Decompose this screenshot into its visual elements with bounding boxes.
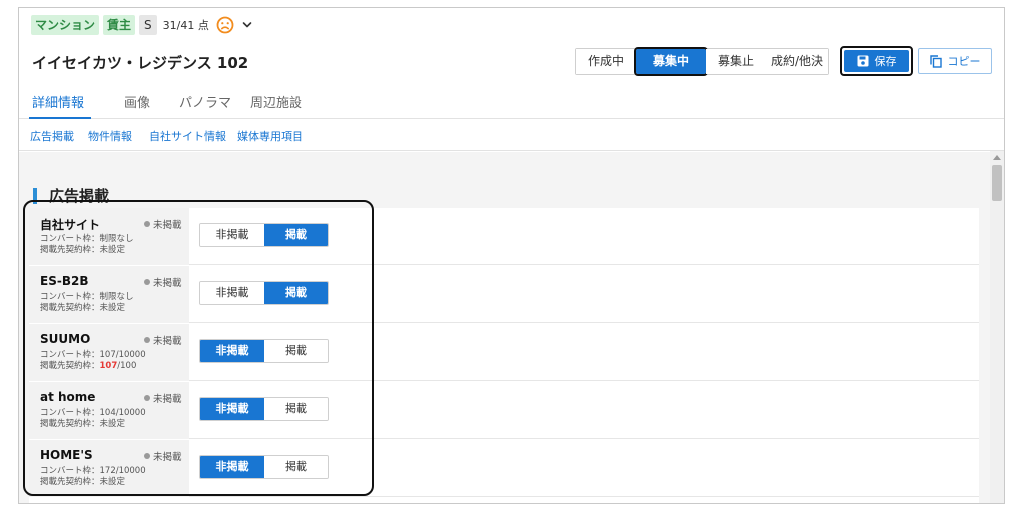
floppy-disk-icon xyxy=(857,55,868,67)
media-label-cell: ES-B2B 未掲載 コンバート枠：制限なし 掲載先契約枠：未設定 xyxy=(29,266,189,323)
subnav-own-site-info[interactable]: 自社サイト情報 xyxy=(149,128,226,144)
contract-quota: 掲載先契約枠：未設定 xyxy=(40,301,125,313)
vertical-scrollbar[interactable] xyxy=(990,151,1004,503)
tab-nearby[interactable]: 周辺施設 xyxy=(250,92,302,111)
media-name: 自社サイト xyxy=(40,218,101,232)
media-row: SUUMO 未掲載 コンバート枠：107/10000 掲載先契約枠：107/100 非掲… xyxy=(29,324,979,381)
status-stopped-button[interactable]: 募集止 xyxy=(706,49,766,74)
chevron-down-icon[interactable] xyxy=(241,19,253,31)
contract-value: 未設定 xyxy=(99,245,126,255)
publish-state: 未掲載 xyxy=(144,391,182,405)
publish-state-label: 未掲載 xyxy=(153,452,182,463)
tab-panorama[interactable]: パノラマ xyxy=(179,92,231,111)
contract-prefix: 掲載先契約枠： xyxy=(40,477,100,487)
contract-prefix: 掲載先契約枠： xyxy=(40,361,100,371)
sub-nav: 広告掲載 物件情報 自社サイト情報 媒体専用項目 xyxy=(19,119,1004,151)
status-dot-icon xyxy=(144,337,150,343)
publish-option[interactable]: 掲載 xyxy=(264,224,328,246)
status-dot-icon xyxy=(144,221,150,227)
copy-button[interactable]: コピー xyxy=(918,48,992,74)
publish-state-label: 未掲載 xyxy=(153,278,182,289)
contract-value: 未設定 xyxy=(99,303,126,313)
contract-limit: /100 xyxy=(117,361,137,371)
status-dot-icon xyxy=(144,453,150,459)
status-contracted-button[interactable]: 成約/他決 xyxy=(766,49,828,74)
unpublish-option[interactable]: 非掲載 xyxy=(200,456,264,478)
grade-badge: S xyxy=(139,15,157,35)
contract-quota: 掲載先契約枠：未設定 xyxy=(40,475,125,487)
status-button-group: 作成中 募集中 募集止 成約/他決 xyxy=(575,47,829,76)
publish-toggle: 非掲載 掲載 xyxy=(199,397,329,421)
contract-quota: 掲載先契約枠：未設定 xyxy=(40,243,125,255)
content-area: 広告掲載 自社サイト 未掲載 コンバート枠：制限なし 掲載先契約枠：未設定 非掲載 掲載 E… xyxy=(19,152,1004,503)
media-row: at home 未掲載 コンバート枠：104/10000 掲載先契約枠：未設定 非掲載掲… xyxy=(29,382,979,439)
copy-icon xyxy=(929,54,942,68)
scroll-thumb[interactable] xyxy=(992,165,1002,201)
publish-toggle: 非掲載 掲載 xyxy=(199,455,329,479)
score-text: 31/41 点 xyxy=(162,19,209,32)
save-button[interactable]: 保存 xyxy=(840,46,913,76)
contract-prefix: 掲載先契約枠： xyxy=(40,303,100,313)
subnav-property-info[interactable]: 物件情報 xyxy=(88,128,132,144)
publish-state: 未掲載 xyxy=(144,217,182,231)
contract-prefix: 掲載先契約枠： xyxy=(40,419,100,429)
contract-prefix: 掲載先契約枠： xyxy=(40,245,100,255)
publish-option[interactable]: 掲載 xyxy=(264,282,328,304)
media-label-cell: 自社サイト 未掲載 コンバート枠：制限なし 掲載先契約枠：未設定 xyxy=(29,208,189,265)
property-title: イイセイカツ・レジデンス 102 xyxy=(32,54,249,72)
tag-owner-type: 賃主 xyxy=(103,15,136,35)
media-label-cell: SUUMO 未掲載 コンバート枠：107/10000 掲載先契約枠：107/100 xyxy=(29,324,189,381)
subnav-ads[interactable]: 広告掲載 xyxy=(30,128,74,144)
media-row: 自社サイト 未掲載 コンバート枠：制限なし 掲載先契約枠：未設定 非掲載 掲載 xyxy=(29,208,979,265)
main-tab-bar: 詳細情報 画像 パノラマ 周辺施設 xyxy=(19,86,1004,119)
status-dot-icon xyxy=(144,279,150,285)
publish-state-label: 未掲載 xyxy=(153,394,182,405)
status-dot-icon xyxy=(144,395,150,401)
section-marker xyxy=(33,187,37,204)
property-tags: マンション 賃主 S 31/41 点 xyxy=(31,15,253,35)
publish-state-label: 未掲載 xyxy=(153,220,182,231)
media-label-cell: HOME'S 未掲載 コンバート枠：172/10000 掲載先契約枠：未設定 xyxy=(29,440,189,497)
scroll-up-arrow[interactable] xyxy=(993,155,1001,160)
unpublish-option[interactable]: 非掲載 xyxy=(200,224,264,246)
publish-toggle: 非掲載 掲載 xyxy=(199,281,329,305)
subnav-media-fields[interactable]: 媒体専用項目 xyxy=(237,128,303,144)
contract-value: 未設定 xyxy=(99,419,126,429)
frown-face-icon xyxy=(216,16,234,34)
contract-used: 107 xyxy=(99,361,118,371)
status-draft-button[interactable]: 作成中 xyxy=(576,49,636,74)
publish-state-label: 未掲載 xyxy=(153,336,182,347)
section-title: 広告掲載 xyxy=(49,187,110,205)
publish-toggle: 非掲載 掲載 xyxy=(199,223,329,247)
unpublish-option[interactable]: 非掲載 xyxy=(200,398,264,420)
publish-state: 未掲載 xyxy=(144,449,182,463)
app-window: マンション 賃主 S 31/41 点 イイセイカツ・レジデンス 102 作成中 … xyxy=(18,7,1005,504)
unpublish-option[interactable]: 非掲載 xyxy=(200,282,264,304)
media-name: ES-B2B xyxy=(40,274,89,288)
media-name: SUUMO xyxy=(40,332,91,346)
save-label: 保存 xyxy=(874,55,897,68)
contract-value: 未設定 xyxy=(99,477,126,487)
copy-label: コピー xyxy=(947,55,981,68)
media-name: HOME'S xyxy=(40,448,93,462)
publish-option[interactable]: 掲載 xyxy=(264,340,328,362)
media-row: HOME'S 未掲載 コンバート枠：172/10000 掲載先契約枠：未設定 非掲載 掲載 xyxy=(29,440,979,497)
unpublish-option[interactable]: 非掲載 xyxy=(200,340,264,362)
publish-state: 未掲載 xyxy=(144,333,182,347)
media-name: at home xyxy=(40,390,96,404)
contract-quota: 掲載先契約枠：未設定 xyxy=(40,417,125,429)
media-list: 自社サイト 未掲載 コンバート枠：制限なし 掲載先契約枠：未設定 非掲載 掲載 ES-B2B… xyxy=(29,208,979,503)
media-row: ES-B2B 未掲載 コンバート枠：制限なし 掲載先契約枠：未設定 非掲載 掲載 xyxy=(29,266,979,323)
publish-option[interactable]: 掲載 xyxy=(264,456,328,478)
publish-state: 未掲載 xyxy=(144,275,182,289)
tab-images[interactable]: 画像 xyxy=(124,92,150,111)
tab-details[interactable]: 詳細情報 xyxy=(32,92,84,111)
media-label-cell: at home 未掲載 コンバート枠：104/10000 掲載先契約枠：未設定 xyxy=(29,382,189,439)
status-recruiting-button[interactable]: 募集中 xyxy=(634,47,708,76)
tag-property-type: マンション xyxy=(31,15,100,35)
publish-toggle: 非掲載 掲載 xyxy=(199,339,329,363)
contract-quota: 掲載先契約枠：107/100 xyxy=(40,359,136,371)
publish-option[interactable]: 掲載 xyxy=(264,398,328,420)
section-header: 広告掲載 xyxy=(33,185,109,206)
